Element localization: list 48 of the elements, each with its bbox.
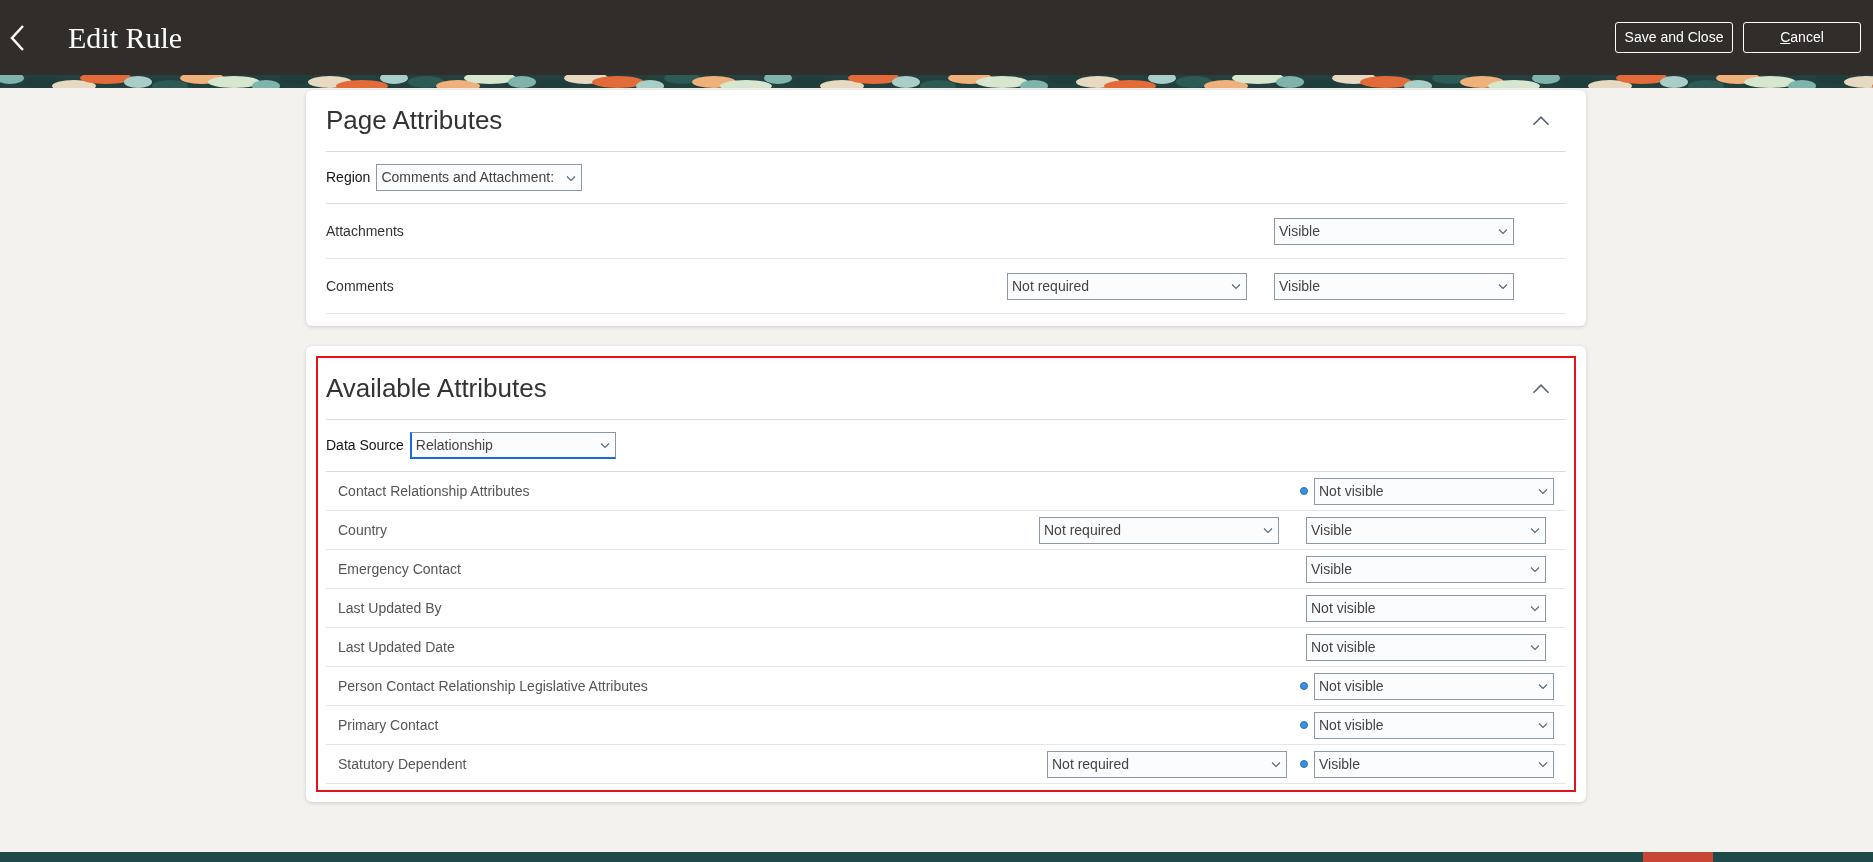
visibility-dropdown[interactable]: Visible — [1274, 217, 1514, 245]
attribute-label: Attachments — [326, 221, 405, 241]
section-title: Available Attributes — [326, 372, 547, 405]
dropdown-value: Not required — [1052, 754, 1130, 774]
save-and-close-button[interactable]: Save and Close — [1615, 22, 1733, 53]
dropdown-value: Visible — [1311, 520, 1352, 540]
required-dropdown[interactable]: Not required — [1039, 516, 1279, 544]
dropdown-value: Visible — [1279, 221, 1320, 241]
attribute-label: Statutory Dependent — [338, 754, 468, 774]
dropdown-value: Visible — [1311, 559, 1352, 579]
footer-accent-bar — [1643, 852, 1713, 862]
attribute-label: Last Updated Date — [338, 637, 456, 657]
visibility-dropdown[interactable]: Visible — [1306, 516, 1546, 544]
data-source-dropdown[interactable]: Relationship — [409, 432, 616, 459]
region-dropdown[interactable]: Comments and Attachment: — [376, 164, 583, 191]
dropdown-value: Not visible — [1319, 481, 1384, 501]
cancel-button[interactable]: Cancel — [1743, 22, 1861, 53]
attribute-label: Primary Contact — [338, 715, 440, 735]
visibility-dropdown[interactable]: Visible — [1306, 555, 1546, 583]
data-source-label: Data Source — [326, 436, 404, 455]
dropdown-value: Visible — [1279, 276, 1320, 296]
visibility-dropdown[interactable]: Not visible — [1314, 711, 1554, 739]
section-title: Page Attributes — [326, 104, 503, 137]
attribute-label: Last Updated By — [338, 598, 443, 618]
dropdown-value: Relationship — [415, 435, 493, 455]
attribute-label: Emergency Contact — [338, 559, 462, 579]
attribute-label: Comments — [326, 276, 395, 296]
visibility-dropdown[interactable]: Not visible — [1306, 594, 1546, 622]
attribute-label: Contact Relationship Attributes — [338, 481, 531, 501]
attribute-label: Person Contact Relationship Legislative Attributes — [338, 676, 649, 696]
visibility-dropdown[interactable]: Not visible — [1306, 633, 1546, 661]
dropdown-value: Not visible — [1319, 715, 1384, 735]
region-label: Region — [326, 168, 371, 187]
required-dropdown[interactable]: Not required — [1047, 750, 1287, 778]
visibility-dropdown[interactable]: Visible — [1314, 750, 1554, 778]
page-title: Edit Rule — [68, 20, 183, 56]
visibility-dropdown[interactable]: Visible — [1274, 272, 1514, 300]
dropdown-value: Not required — [1012, 276, 1090, 296]
dropdown-value: Not required — [1044, 520, 1122, 540]
attribute-label: Country — [338, 520, 389, 540]
visibility-dropdown[interactable]: Not visible — [1314, 477, 1554, 505]
dropdown-value: Comments and Attachment: — [381, 168, 555, 187]
dropdown-value: Not visible — [1311, 637, 1376, 657]
dropdown-value: Visible — [1319, 754, 1360, 774]
dropdown-value: Not visible — [1319, 676, 1384, 696]
required-dropdown[interactable]: Not required — [1007, 272, 1247, 300]
visibility-dropdown[interactable]: Not visible — [1314, 672, 1554, 700]
dropdown-value: Not visible — [1311, 598, 1376, 618]
